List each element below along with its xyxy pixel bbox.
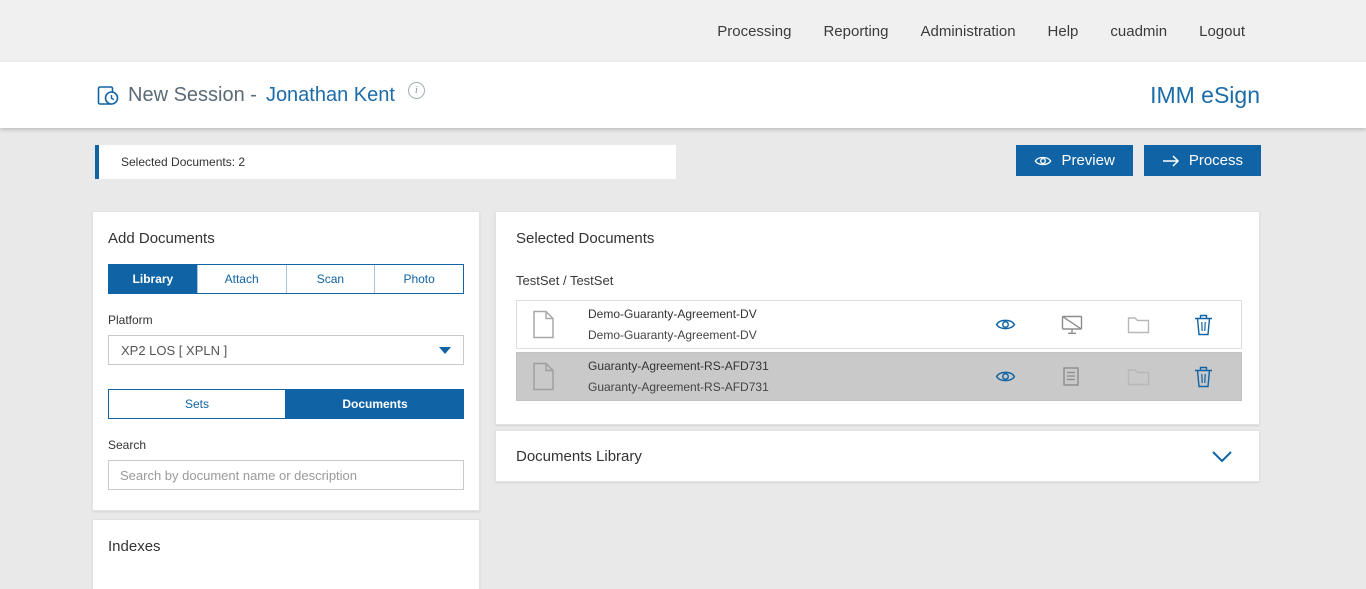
document-name: Demo-Guaranty-Agreement-DV: [588, 307, 757, 321]
preview-document-icon[interactable]: [995, 317, 1016, 332]
nav-logout[interactable]: Logout: [1199, 23, 1245, 40]
session-title-group: New Session - Jonathan Kent i: [97, 84, 425, 107]
document-lines-icon[interactable]: [1060, 366, 1082, 388]
document-row[interactable]: Demo-Guaranty-Agreement-DV Demo-Guaranty…: [516, 300, 1242, 349]
add-documents-panel: Add Documents Library Attach Scan Photo …: [92, 211, 480, 511]
file-icon: [532, 362, 555, 391]
file-icon: [532, 310, 555, 339]
search-input[interactable]: [108, 460, 464, 490]
document-row[interactable]: Guaranty-Agreement-RS-AFD731 Guaranty-Ag…: [516, 352, 1242, 401]
left-column: Add Documents Library Attach Scan Photo …: [92, 211, 480, 589]
add-documents-title: Add Documents: [108, 230, 464, 247]
action-buttons: Preview Process: [1016, 145, 1261, 176]
info-icon[interactable]: i: [408, 82, 425, 99]
monitor-slash-icon[interactable]: [1060, 314, 1084, 336]
session-history-icon: [97, 84, 119, 106]
document-text: Demo-Guaranty-Agreement-DV Demo-Guaranty…: [588, 307, 757, 342]
top-navigation: Processing Reporting Administration Help…: [0, 0, 1366, 62]
tab-photo[interactable]: Photo: [374, 265, 463, 293]
document-name: Guaranty-Agreement-RS-AFD731: [588, 359, 769, 373]
selected-documents-count-text: Selected Documents: 2: [121, 155, 245, 169]
arrow-right-icon: [1162, 154, 1180, 168]
segment-documents[interactable]: Documents: [286, 389, 464, 419]
selected-documents-panel: Selected Documents TestSet / TestSet Dem…: [495, 211, 1260, 425]
documents-library-panel[interactable]: Documents Library: [495, 430, 1260, 482]
nav-reporting[interactable]: Reporting: [823, 23, 888, 40]
document-description: Demo-Guaranty-Agreement-DV: [588, 328, 757, 342]
selected-documents-count-bar: Selected Documents: 2: [95, 145, 676, 179]
right-column: Selected Documents TestSet / TestSet Dem…: [495, 211, 1260, 482]
documents-library-title: Documents Library: [516, 448, 642, 465]
delete-document-icon[interactable]: [1194, 314, 1213, 336]
preview-button[interactable]: Preview: [1016, 145, 1132, 176]
indexes-panel: Indexes: [92, 519, 480, 589]
status-action-row: Selected Documents: 2 Preview Process: [95, 145, 1261, 179]
tab-scan[interactable]: Scan: [286, 265, 375, 293]
document-description: Guaranty-Agreement-RS-AFD731: [588, 380, 769, 394]
document-rows: Demo-Guaranty-Agreement-DV Demo-Guaranty…: [516, 300, 1242, 401]
delete-document-icon[interactable]: [1194, 366, 1213, 388]
tab-library[interactable]: Library: [109, 265, 197, 293]
sets-documents-toggle: Sets Documents: [108, 389, 464, 419]
eye-icon: [1034, 154, 1052, 168]
document-set-label: TestSet / TestSet: [516, 273, 1242, 288]
search-label: Search: [108, 438, 464, 452]
folder-icon[interactable]: [1127, 315, 1150, 334]
indexes-title: Indexes: [108, 538, 464, 555]
segment-sets[interactable]: Sets: [108, 389, 286, 419]
nav-help[interactable]: Help: [1048, 23, 1079, 40]
tab-attach[interactable]: Attach: [197, 265, 286, 293]
nav-cuadmin[interactable]: cuadmin: [1110, 23, 1167, 40]
chevron-down-icon[interactable]: [1211, 450, 1233, 463]
nav-administration[interactable]: Administration: [921, 23, 1016, 40]
preview-document-icon[interactable]: [995, 369, 1016, 384]
document-row-actions: [995, 314, 1213, 336]
chevron-down-icon: [439, 347, 451, 354]
brand-logo: IMM eSign: [1150, 82, 1260, 109]
document-row-actions: [995, 366, 1213, 388]
selected-documents-title: Selected Documents: [516, 230, 1242, 247]
platform-label: Platform: [108, 313, 464, 327]
preview-button-label: Preview: [1061, 152, 1114, 169]
session-user-name[interactable]: Jonathan Kent: [266, 84, 395, 107]
page-header: New Session - Jonathan Kent i IMM eSign: [0, 62, 1366, 128]
platform-select[interactable]: XP2 LOS [ XPLN ]: [108, 335, 464, 365]
main-content: Add Documents Library Attach Scan Photo …: [92, 211, 1260, 589]
folder-icon[interactable]: [1127, 367, 1150, 386]
add-documents-tabs: Library Attach Scan Photo: [108, 264, 464, 294]
page-title: New Session -: [128, 84, 257, 107]
process-button-label: Process: [1189, 152, 1243, 169]
document-text: Guaranty-Agreement-RS-AFD731 Guaranty-Ag…: [588, 359, 769, 394]
nav-processing[interactable]: Processing: [717, 23, 791, 40]
process-button[interactable]: Process: [1144, 145, 1261, 176]
platform-selected-value: XP2 LOS [ XPLN ]: [121, 343, 227, 358]
